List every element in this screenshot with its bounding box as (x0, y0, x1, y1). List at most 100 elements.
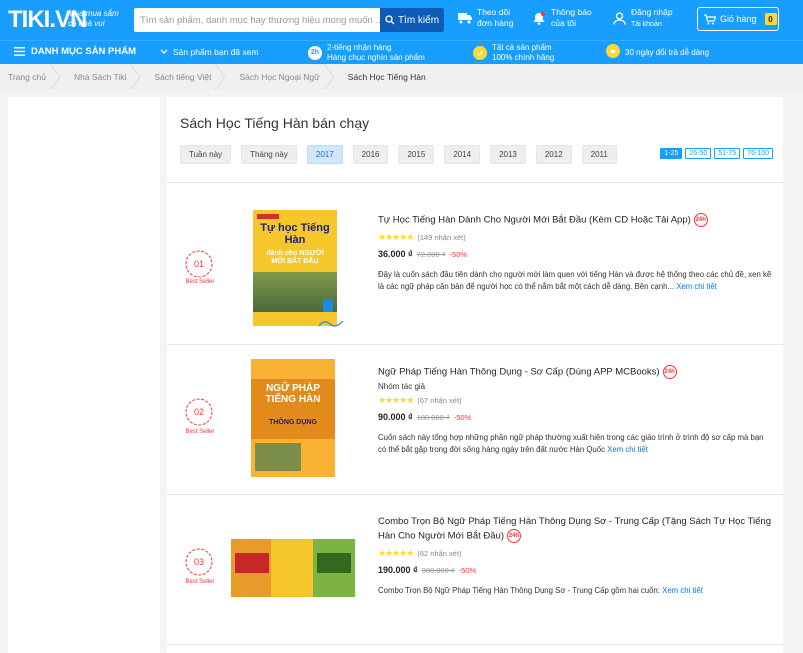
top-header: TIKI.VN Mua mua sắm cả nhà vui Tìm kiếm … (0, 0, 803, 40)
review-count[interactable]: (62 nhận xét) (417, 549, 461, 558)
promo2-line2: 100% chính hãng (492, 53, 555, 62)
promo1-line2: Hàng chục nghìn sản phẩm (327, 53, 425, 62)
promo2-line1: Tất cả sản phẩm (492, 43, 552, 52)
promo1-line1: 2-tiếng nhận hàng (327, 43, 392, 52)
login-line2: Tài khoản (631, 21, 662, 28)
view-details-link[interactable]: Xem chi tiết (676, 282, 717, 291)
breadcrumb-item-tiki-books[interactable]: Nhà Sách Tiki (56, 64, 142, 90)
product-info: Tự Học Tiếng Hàn Dành Cho Người Mới Bắt … (378, 213, 773, 293)
star-rating-icon: ★★★★★ (378, 394, 414, 405)
notify-line1: Thông báo (551, 7, 592, 17)
star-rating-icon: ★★★★★ (378, 547, 414, 558)
login-link[interactable]: Đăng nhập Tài khoản (612, 7, 673, 30)
review-count[interactable]: (67 nhận xét) (417, 396, 461, 405)
price-row: 36.000 ₫ 72.000 ₫ -50% (378, 249, 773, 259)
breadcrumb-item-korean-books: Sách Học Tiếng Hàn (347, 72, 426, 82)
rank-label: Best Seller (185, 429, 215, 435)
discount: -50% (449, 249, 468, 259)
rank-badge: 03 (184, 547, 214, 577)
user-icon (612, 12, 626, 26)
period-tabs: Tuần này Tháng này 2017 2016 2015 2014 2… (180, 145, 617, 164)
cover-title: NGỮ PHÁP TIẾNG HÀN (265, 383, 321, 405)
breadcrumb-item-language-books[interactable]: Sách Học Ngoại Ngữ (221, 64, 335, 90)
main-content: Sách Học Tiếng Hàn bán chạy Tuần này Thá… (167, 97, 783, 653)
product-title[interactable]: Combo Trọn Bộ Ngữ Pháp Tiếng Hàn Thông D… (378, 515, 773, 544)
price: 90.000 ₫ (378, 411, 413, 422)
product-combo-cover-image[interactable] (231, 539, 355, 597)
old-price: 180.000 ₫ (416, 412, 450, 422)
tab-this-week[interactable]: Tuần này (180, 145, 232, 164)
product-description: Cuốn sách này tổng hợp những phần ngữ ph… (378, 432, 764, 454)
login-line1: Đăng nhập (631, 7, 673, 17)
tab-2015[interactable]: 2015 (398, 145, 435, 164)
product-row: 02 Best Seller NGỮ PHÁP TIẾNG HÀN THÔNG … (167, 345, 783, 495)
product-title[interactable]: Ngữ Pháp Tiếng Hàn Thông Dụng - Sơ Cấp (… (378, 365, 773, 380)
star-rating-icon: ★★★★★ (378, 231, 414, 242)
price-row: 90.000 ₫ 180.000 ₫ -50% (378, 412, 773, 422)
view-details-link[interactable]: Xem chi tiết (607, 445, 648, 454)
notifications-link[interactable]: Thông báo của tôi (532, 7, 592, 29)
nav-bar: DANH MỤC SẢN PHẨM Sản phẩm bạn đã xem 2h… (0, 40, 803, 64)
page-26-50[interactable]: 26-50 (685, 148, 712, 159)
rank-label: Best Seller (185, 579, 215, 585)
cover-subtitle: THÔNG DỤNG (269, 419, 317, 426)
breadcrumb-item-vietnamese-books[interactable]: Sách tiếng Việt (136, 64, 227, 90)
logo-tagline: Mua mua sắm cả nhà vui (68, 9, 119, 28)
product-cover-image[interactable]: Tự học Tiếng Hàn dành cho NGƯỜI MỚI BẮT … (253, 210, 337, 326)
tab-this-month[interactable]: Tháng này (241, 145, 297, 164)
tab-2014[interactable]: 2014 (444, 145, 481, 164)
old-price: 72.000 ₫ (416, 249, 446, 259)
truck-icon (458, 11, 472, 25)
promo-authentic[interactable]: Tất cả sản phẩm 100% chính hãng (473, 43, 554, 63)
product-info: Combo Trọn Bộ Ngữ Pháp Tiếng Hàn Thông D… (378, 515, 773, 597)
return-icon (606, 44, 620, 58)
author[interactable]: Nhóm tác giả (378, 382, 773, 391)
category-menu-label: DANH MỤC SẢN PHẨM (31, 46, 137, 57)
24h-delivery-icon: 24h (507, 529, 522, 543)
breadcrumb-item-home[interactable]: Trang chủ (0, 64, 61, 90)
viewed-products-label: Sản phẩm bạn đã xem (173, 47, 259, 57)
page-title: Sách Học Tiếng Hàn bán chạy (180, 115, 370, 131)
tab-2012[interactable]: 2012 (535, 145, 572, 164)
search-icon (385, 15, 395, 25)
page-51-75[interactable]: 51-75 (714, 148, 741, 159)
viewed-products-dropdown[interactable]: Sản phẩm bạn đã xem (160, 47, 259, 57)
chevron-down-icon (160, 49, 168, 54)
product-description: Đây là cuốn sách đầu tiên dành cho người… (378, 269, 772, 291)
view-details-link[interactable]: Xem chi tiết (662, 586, 703, 595)
rating: ★★★★★ (62 nhận xét) (378, 548, 773, 559)
promo3-label: 30 ngày đổi trả dễ dàng (625, 47, 710, 57)
search-input[interactable] (134, 8, 382, 32)
product-description: Combo Trọn Bộ Ngữ Pháp Tiếng Hàn Thông D… (378, 585, 703, 595)
category-menu-button[interactable]: DANH MỤC SẢN PHẨM (14, 46, 136, 57)
product-info: Ngữ Pháp Tiếng Hàn Thông Dụng - Sơ Cấp (… (378, 365, 773, 456)
promo-30-day-return[interactable]: 30 ngày đổi trả dễ dàng (606, 44, 710, 58)
page-76-100[interactable]: 76-100 (743, 148, 773, 159)
cart-button[interactable]: Giỏ hàng 0 (697, 7, 779, 31)
search-button[interactable]: Tìm kiếm (380, 8, 444, 32)
promo-2h-delivery[interactable]: 2h 2-tiếng nhận hàng Hàng chục nghìn sản … (308, 43, 425, 63)
doc-thu-icon (318, 318, 344, 330)
page-1-25[interactable]: 1-25 (660, 148, 683, 159)
24h-delivery-icon: 24h (662, 365, 677, 379)
divider (167, 644, 783, 645)
product-title[interactable]: Tự Học Tiếng Hàn Dành Cho Người Mới Bắt … (378, 213, 773, 228)
tab-2017[interactable]: 2017 (306, 145, 343, 164)
product-cover-image[interactable]: NGỮ PHÁP TIẾNG HÀN THÔNG DỤNG (251, 359, 335, 477)
2h-icon: 2h (308, 46, 322, 60)
tab-2013[interactable]: 2013 (490, 145, 526, 164)
bell-icon (532, 11, 546, 25)
rating: ★★★★★ (149 nhận xét) (378, 232, 773, 243)
search-button-label: Tìm kiếm (397, 14, 440, 26)
24h-delivery-icon: 24h (693, 213, 708, 227)
track-order-link[interactable]: Theo dõi đơn hàng (458, 7, 513, 29)
rating: ★★★★★ (67 nhận xét) (378, 395, 773, 406)
rank-badge: 02 (184, 397, 214, 427)
medal-icon (473, 46, 487, 60)
tab-2011[interactable]: 2011 (581, 145, 617, 164)
tab-2016[interactable]: 2016 (352, 145, 389, 164)
review-count[interactable]: (149 nhận xét) (417, 233, 465, 242)
rank-label: Best Seller (185, 279, 215, 285)
cover-title: Tự học Tiếng Hàn (260, 222, 330, 246)
cart-icon (704, 13, 716, 24)
